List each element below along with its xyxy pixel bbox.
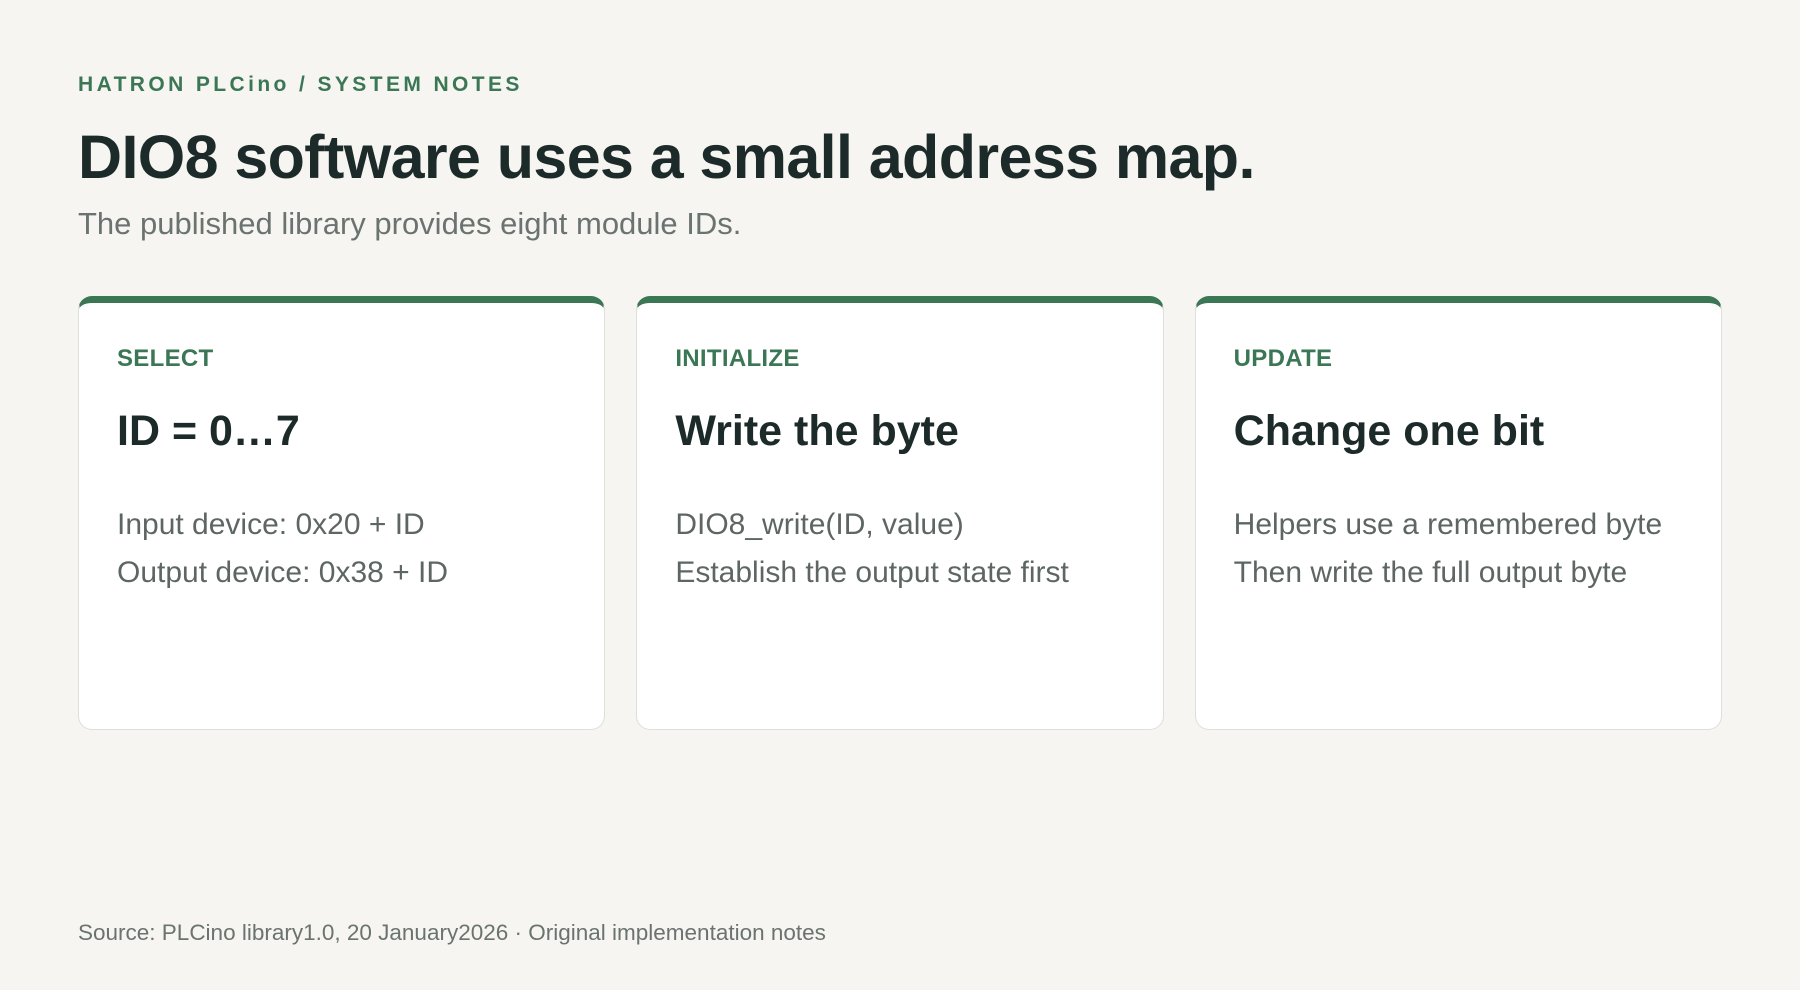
- card-line: Then write the full output byte: [1233, 556, 1628, 589]
- card-line: Input device: 0x20 + ID: [117, 508, 425, 541]
- card-line: Helpers use a remembered byte: [1233, 508, 1663, 541]
- breadcrumb-kicker: HATRON PLCino / SYSTEM NOTES: [78, 73, 523, 96]
- card-line: Establish the output state first: [675, 556, 1069, 589]
- card-line: Output device: 0x38 + ID: [117, 556, 449, 589]
- card-label: INITIALIZE: [675, 345, 800, 372]
- card-select: SELECT ID = 0…7 Input device: 0x20 + ID …: [78, 296, 606, 730]
- card-update: UPDATE Change one bit Helpers use a reme…: [1194, 296, 1722, 730]
- cards-row: SELECT ID = 0…7 Input device: 0x20 + ID …: [78, 296, 1722, 730]
- page-subtitle: The published library provides eight mod…: [78, 206, 742, 241]
- card-label: SELECT: [117, 345, 214, 372]
- source-note: Source: PLCino library1.0, 20 January202…: [78, 920, 826, 945]
- card-heading: ID = 0…7: [117, 407, 300, 455]
- card-line: DIO8_write(ID, value): [675, 508, 964, 541]
- page: HATRON PLCino / SYSTEM NOTES DIO8 softwa…: [78, 0, 1722, 990]
- card-lines: DIO8_write(ID, value) Establish the outp…: [675, 501, 1142, 597]
- card-initialize: INITIALIZE Write the byte DIO8_write(ID,…: [636, 296, 1164, 730]
- card-lines: Helpers use a remembered byte Then write…: [1234, 501, 1701, 597]
- card-heading: Change one bit: [1233, 407, 1545, 455]
- page-title: DIO8 software uses a small address map.: [78, 123, 1255, 191]
- card-heading: Write the byte: [675, 407, 959, 455]
- card-label: UPDATE: [1233, 345, 1333, 372]
- card-lines: Input device: 0x20 + ID Output device: 0…: [117, 501, 584, 597]
